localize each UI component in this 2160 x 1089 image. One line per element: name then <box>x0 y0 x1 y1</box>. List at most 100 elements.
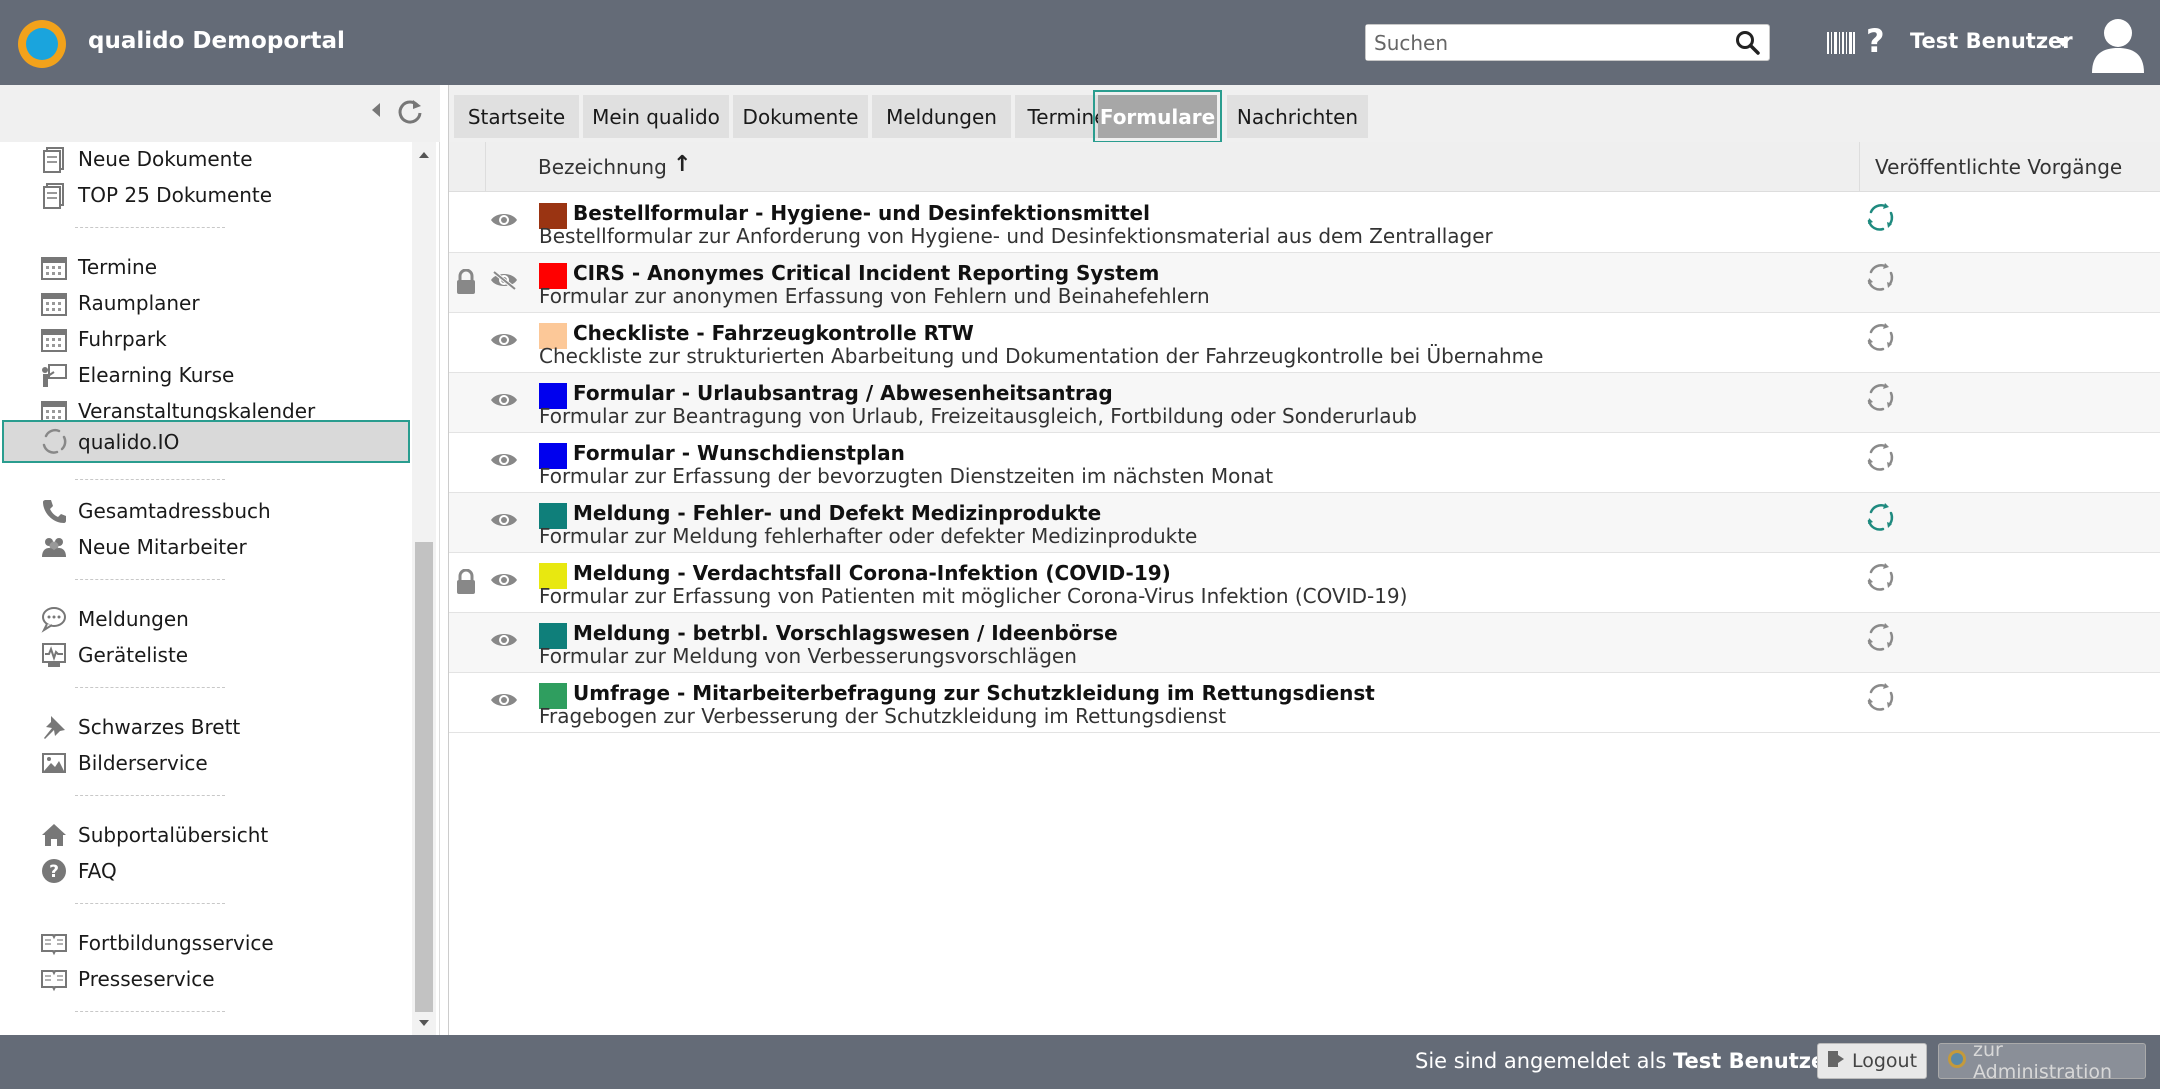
phone-icon <box>40 497 68 525</box>
sidebar-item-qualido-io[interactable]: qualido.IO <box>2 420 410 463</box>
chevron-down-icon[interactable] <box>2055 38 2071 47</box>
sidebar-item-fuhrpark[interactable]: Fuhrpark <box>2 319 410 359</box>
column-header-vorgaenge[interactable]: Veröffentlichte Vorgänge <box>1875 155 2122 179</box>
divider <box>75 1011 225 1012</box>
sidebar-item-neue-mitarbeiter[interactable]: Neue Mitarbeiter <box>2 527 410 567</box>
process-icon[interactable] <box>1865 442 1895 476</box>
eye-icon[interactable] <box>490 570 518 594</box>
sort-ascending-icon[interactable]: ↑ <box>673 152 691 177</box>
process-icon[interactable] <box>1865 502 1895 536</box>
sidebar-item-presseservice[interactable]: Presseservice <box>2 959 410 999</box>
qualido-logo-icon <box>1947 1049 1967 1074</box>
scroll-down-icon[interactable] <box>419 1020 429 1026</box>
process-icon[interactable] <box>1865 562 1895 596</box>
form-title[interactable]: Formular - Urlaubsantrag / Abwesenheitsa… <box>573 381 1113 405</box>
sidebar-item-label: Neue Dokumente <box>78 147 253 171</box>
table-row[interactable]: Meldung - betrbl. Vorschlagswesen / Idee… <box>449 613 2160 673</box>
sidebar-item-gesamtadressbuch[interactable]: Gesamtadressbuch <box>2 491 410 531</box>
form-title[interactable]: Umfrage - Mitarbeiterbefragung zur Schut… <box>573 681 1375 705</box>
sidebar-item-neue-dokumente[interactable]: Neue Dokumente <box>2 142 410 179</box>
tab-mein-qualido[interactable]: Mein qualido <box>583 95 729 138</box>
sidebar-item-geraeteliste[interactable]: Geräteliste <box>2 635 410 675</box>
eye-icon[interactable] <box>490 510 518 534</box>
sidebar-item-top25[interactable]: TOP 25 Dokumente <box>2 175 410 215</box>
eye-icon[interactable] <box>490 630 518 654</box>
top-bar: qualido Demoportal ? Test Benutzer <box>0 0 2160 85</box>
column-header-bezeichnung[interactable]: Bezeichnung <box>538 155 667 179</box>
tab-nachrichten[interactable]: Nachrichten <box>1227 95 1368 138</box>
table-row[interactable]: Umfrage - Mitarbeiterbefragung zur Schut… <box>449 673 2160 733</box>
table-row[interactable]: Formular - Wunschdienstplan Formular zur … <box>449 433 2160 493</box>
form-description: Formular zur Beantragung von Urlaub, Fre… <box>539 404 1417 428</box>
table-row[interactable]: Checkliste - Fahrzeugkontrolle RTW Checkl… <box>449 313 2160 373</box>
process-icon[interactable] <box>1865 382 1895 416</box>
tab-dokumente[interactable]: Dokumente <box>733 95 868 138</box>
table-row[interactable]: Meldung - Fehler- und Defekt Medizinprod… <box>449 493 2160 553</box>
collapse-sidebar-icon[interactable] <box>372 103 380 117</box>
logout-button[interactable]: Logout <box>1817 1043 1927 1079</box>
process-icon[interactable] <box>1865 322 1895 356</box>
tab-formulare[interactable]: Formulare <box>1093 90 1222 143</box>
eye-icon[interactable] <box>490 210 518 234</box>
form-title[interactable]: Meldung - betrbl. Vorschlagswesen / Idee… <box>573 621 1118 645</box>
search-box <box>1365 24 1770 61</box>
table-row[interactable]: Formular - Urlaubsantrag / Abwesenheitsa… <box>449 373 2160 433</box>
divider <box>75 795 225 796</box>
form-title[interactable]: Formular - Wunschdienstplan <box>573 441 905 465</box>
sidebar-item-meldungen[interactable]: Meldungen <box>2 599 410 639</box>
avatar[interactable] <box>2088 15 2148 73</box>
sidebar-item-termine[interactable]: Termine <box>2 247 410 287</box>
sidebar-item-bilderservice[interactable]: Bilderservice <box>2 743 410 783</box>
form-title[interactable]: Meldung - Verdachtsfall Corona-Infektion… <box>573 561 1171 585</box>
process-icon[interactable] <box>1865 682 1895 716</box>
device-icon <box>40 641 68 669</box>
eye-icon[interactable] <box>490 330 518 354</box>
tab-meldungen[interactable]: Meldungen <box>872 95 1011 138</box>
sidebar-item-fortbildungsservice[interactable]: Fortbildungsservice <box>2 923 410 963</box>
sidebar-item-schwarzes-brett[interactable]: Schwarzes Brett <box>2 707 410 747</box>
eye-icon[interactable] <box>490 390 518 414</box>
barcode-icon[interactable] <box>1827 32 1855 58</box>
administration-button[interactable]: zur Administration <box>1938 1039 2146 1083</box>
sidebar: Neue Dokumente TOP 25 Dokumente Termine … <box>0 85 440 1035</box>
sidebar-scrollbar[interactable] <box>412 142 436 1035</box>
calendar-icon <box>40 289 68 317</box>
table-row[interactable]: Meldung - Verdachtsfall Corona-Infektion… <box>449 553 2160 613</box>
calendar-icon <box>40 253 68 281</box>
chat-icon <box>40 605 68 633</box>
qualido-logo[interactable] <box>18 20 66 68</box>
form-title[interactable]: CIRS - Anonymes Critical Incident Report… <box>573 261 1159 285</box>
form-title[interactable]: Meldung - Fehler- und Defekt Medizinprod… <box>573 501 1101 525</box>
eye-icon[interactable] <box>490 450 518 474</box>
sidebar-item-elearning[interactable]: Elearning Kurse <box>2 355 410 395</box>
user-menu-name[interactable]: Test Benutzer <box>1910 29 2073 53</box>
scroll-up-icon[interactable] <box>419 152 429 158</box>
presentation-icon <box>40 361 68 389</box>
process-icon[interactable] <box>1865 262 1895 296</box>
eye-slash-icon[interactable] <box>490 270 518 294</box>
sidebar-item-label: Raumplaner <box>78 291 200 315</box>
form-title[interactable]: Bestellformular - Hygiene- und Desinfekt… <box>573 201 1150 225</box>
lock-icon <box>455 568 477 599</box>
eye-icon[interactable] <box>490 690 518 714</box>
home-icon <box>40 821 68 849</box>
sidebar-item-faq[interactable]: ? FAQ <box>2 851 410 891</box>
form-description: Fragebogen zur Verbesserung der Schutzkl… <box>539 704 1227 728</box>
tab-startseite[interactable]: Startseite <box>454 95 579 138</box>
refresh-icon[interactable] <box>396 97 424 129</box>
form-title[interactable]: Checkliste - Fahrzeugkontrolle RTW <box>573 321 974 345</box>
table-row[interactable]: CIRS - Anonymes Critical Incident Report… <box>449 253 2160 313</box>
help-icon[interactable]: ? <box>1866 22 1885 60</box>
column-separator <box>1859 142 1860 192</box>
sidebar-item-raumplaner[interactable]: Raumplaner <box>2 283 410 323</box>
table-row[interactable]: Bestellformular - Hygiene- und Desinfekt… <box>449 193 2160 253</box>
process-icon[interactable] <box>1865 622 1895 656</box>
process-icon[interactable] <box>1865 202 1895 236</box>
sidebar-item-label: Geräteliste <box>78 643 189 667</box>
sidebar-item-subportaluebersicht[interactable]: Subportalübersicht <box>2 815 410 855</box>
sidebar-item-label: Elearning Kurse <box>78 363 235 387</box>
search-icon[interactable] <box>1735 30 1761 60</box>
image-icon <box>40 749 68 777</box>
scroll-thumb[interactable] <box>415 542 433 1012</box>
search-input[interactable] <box>1366 25 1726 60</box>
